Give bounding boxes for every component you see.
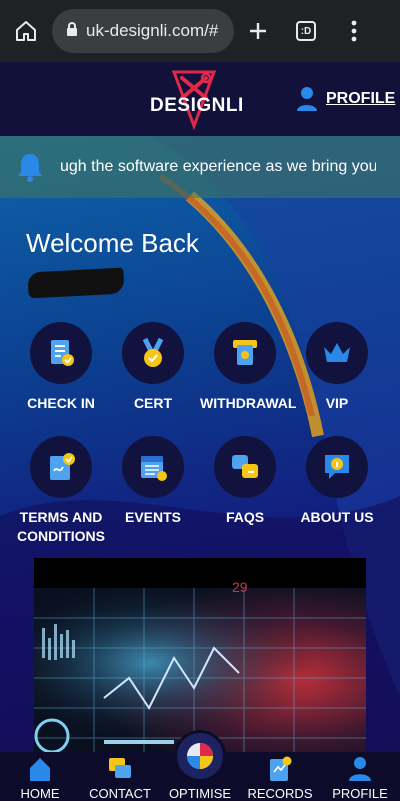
browser-toolbar: uk-designli.com/# :D [0, 0, 400, 62]
tab-count: :D [296, 21, 316, 41]
chat-icon [109, 758, 131, 778]
tile-withdrawal[interactable]: WITHDRAWAL [200, 322, 297, 413]
header-profile-link[interactable]: PROFILE [296, 86, 395, 112]
atm-icon [233, 340, 257, 365]
nav-label: CONTACT [89, 786, 151, 801]
tile-label: EVENTS [124, 509, 181, 525]
tile-about-us[interactable]: ABOUT US [292, 436, 382, 527]
tile-label: FAQS [225, 509, 265, 525]
nav-records[interactable]: RECORDS [240, 752, 320, 801]
tile-label: ABOUT US [300, 509, 374, 525]
tile-label: TERMS AND CONDITIONS [17, 509, 105, 544]
info-bubble-icon [325, 455, 349, 479]
promo-readout: 29 [232, 579, 248, 595]
browser-menu-button[interactable] [330, 0, 378, 62]
plus-icon [250, 23, 266, 39]
tile-label: WITHDRAWAL [200, 395, 297, 411]
tile-label: CERT [133, 395, 173, 411]
nav-label: OPTIMISE [168, 786, 232, 801]
promo-image: 29 [34, 558, 366, 752]
tile-cert[interactable]: CERT [108, 322, 198, 413]
nav-label: PROFILE [332, 786, 388, 801]
tile-faqs[interactable]: FAQS [200, 436, 290, 527]
tile-terms-and-conditions[interactable]: TERMS AND CONDITIONS [16, 436, 106, 546]
home-outline-icon [16, 21, 36, 41]
tile-check-in[interactable]: CHECK IN [16, 322, 106, 413]
announcement-marquee: ugh the software experience as we bring … [0, 136, 400, 198]
browser-home-button[interactable] [0, 0, 52, 62]
crown-icon [324, 343, 350, 362]
promo-banner[interactable]: 29 [34, 558, 366, 752]
tab-switcher-button[interactable]: :D [282, 0, 330, 62]
welcome-title: Welcome Back [26, 228, 199, 258]
more-vertical-icon [351, 20, 357, 42]
tile-label: CHECK IN [27, 395, 95, 411]
header-profile-label: PROFILE [326, 90, 396, 107]
new-tab-button[interactable] [234, 0, 282, 62]
qa-chat-icon [232, 455, 258, 478]
records-icon [270, 756, 292, 781]
pie-chart-icon [187, 743, 213, 769]
document-check-icon [50, 453, 75, 480]
nav-home[interactable]: HOME [0, 752, 80, 801]
tile-events[interactable]: EVENTS [108, 436, 198, 527]
url-text: uk-designli.com/# [86, 21, 219, 40]
marquee-text: ugh the software experience as we bring … [60, 158, 376, 175]
home-icon [30, 758, 50, 781]
address-bar[interactable]: uk-designli.com/# [52, 9, 234, 53]
redacted-username [27, 267, 125, 299]
bell-icon [0, 136, 60, 198]
nav-label: HOME [20, 786, 60, 801]
nav-contact[interactable]: CONTACT [80, 752, 160, 801]
tile-vip[interactable]: VIP [292, 322, 382, 413]
optimise-button[interactable] [174, 730, 226, 782]
nav-label: RECORDS [247, 786, 313, 801]
hero-section: ugh the software experience as we bring … [0, 136, 400, 752]
check-in-icon [51, 340, 74, 366]
nav-profile[interactable]: PROFILE [320, 752, 400, 801]
lock-icon [66, 21, 78, 41]
logo-text: DESIGNLI [150, 95, 244, 116]
user-icon [349, 757, 371, 781]
calendar-icon [141, 456, 167, 481]
site-header: DESIGNLI PROFILE [0, 62, 400, 136]
medal-icon [142, 337, 164, 367]
user-icon [297, 87, 317, 111]
tile-label: VIP [325, 395, 349, 411]
